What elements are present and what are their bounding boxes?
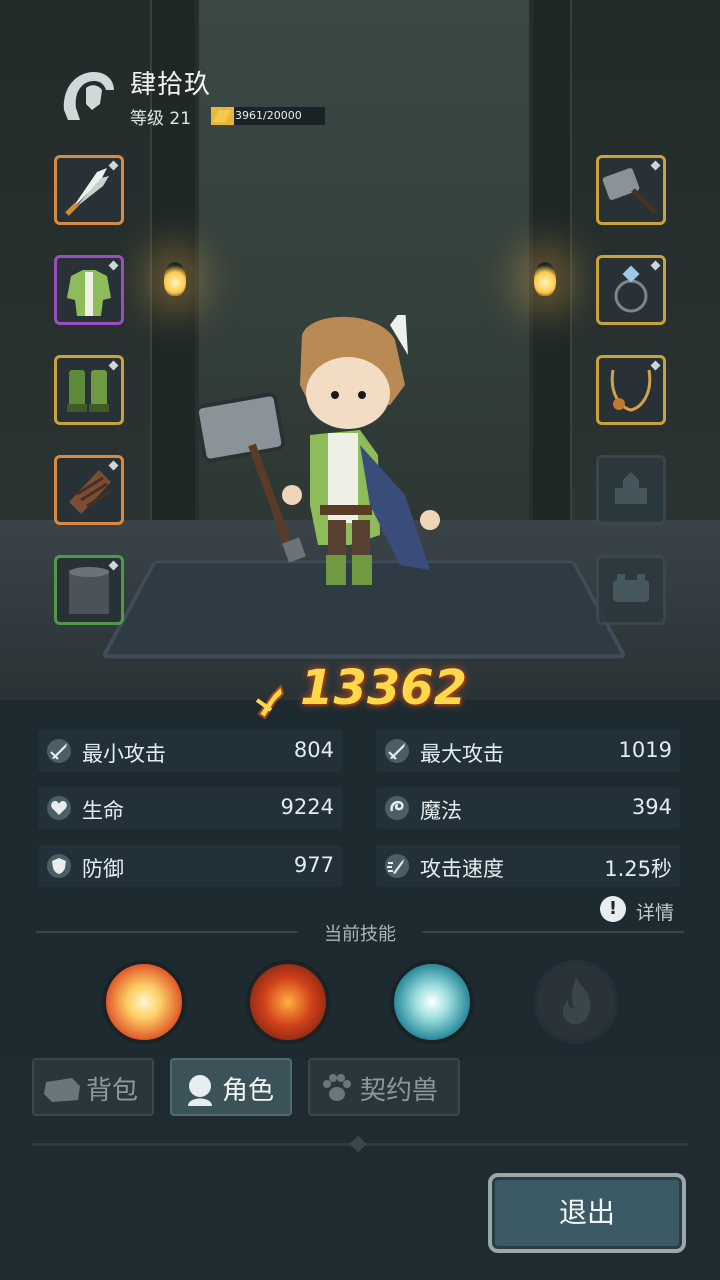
stat-value: 394: [631, 795, 672, 819]
stat-label: 最小攻击: [82, 742, 166, 766]
stat-label: 防御: [82, 857, 124, 881]
equip-slot-pants[interactable]: [54, 555, 124, 625]
skills-title: 当前技能: [324, 924, 396, 945]
stat-label: 魔法: [420, 799, 462, 823]
torch-right-icon: [534, 262, 556, 296]
skill-locked-flame-icon[interactable]: [534, 960, 618, 1044]
sword-attack-icon: [385, 739, 409, 763]
tab-bag-label: 背包: [86, 1076, 139, 1106]
torch-left-icon: [164, 262, 186, 296]
tab-character[interactable]: 角色: [170, 1058, 292, 1116]
sword-attack-icon: [47, 739, 71, 763]
equip-slot-hammer[interactable]: [596, 155, 666, 225]
stat-value: 977: [293, 853, 334, 877]
stat-value: 1.25秒: [604, 857, 672, 881]
tab-character-label: 角色: [222, 1076, 275, 1106]
combat-power-value: 13362: [300, 660, 468, 716]
character-head-icon: [188, 1075, 212, 1106]
skill-fire-vortex-icon[interactable]: [246, 960, 330, 1044]
stat-label: 生命: [82, 799, 124, 823]
equip-slot-boots[interactable]: [54, 355, 124, 425]
xp-text: 3961/20000: [235, 109, 302, 122]
locked-slot-icon: [615, 472, 647, 504]
equip-slot-armor[interactable]: [54, 255, 124, 325]
hero-character: [194, 315, 440, 585]
equip-slot-ring[interactable]: [596, 255, 666, 325]
tab-pet[interactable]: 契约兽: [308, 1058, 460, 1116]
combat-power: 13362: [0, 660, 720, 720]
bag-icon: [44, 1078, 80, 1102]
speed-icon: [385, 854, 409, 878]
stat-magic: 魔法 394: [376, 787, 680, 829]
stat-label: 最大攻击: [420, 742, 504, 766]
heart-icon: [47, 796, 71, 820]
equip-slot-weapon[interactable]: [54, 155, 124, 225]
exclamation-icon: !: [600, 896, 626, 922]
hero-level: 等级 21: [130, 109, 192, 129]
equip-slot-necklace[interactable]: [596, 355, 666, 425]
stat-max-attack: 最大攻击 1019: [376, 730, 680, 772]
shield-icon: [47, 854, 71, 878]
xp-icon: [213, 110, 231, 122]
magic-swirl-icon: [385, 796, 409, 820]
stat-hp: 生命 9224: [38, 787, 342, 829]
stat-min-attack: 最小攻击 804: [38, 730, 342, 772]
power-sword-icon: [255, 683, 285, 719]
skill-frost-burst-icon[interactable]: [390, 960, 474, 1044]
exit-button[interactable]: 退出: [488, 1173, 686, 1253]
stat-defense: 防御 977: [38, 845, 342, 887]
helmet-avatar-icon: [63, 72, 114, 120]
paw-icon: [323, 1074, 351, 1101]
stat-attack-speed: 攻击速度 1.25秒: [376, 845, 680, 887]
stat-label: 攻击速度: [420, 857, 504, 881]
stat-value: 1019: [618, 738, 672, 762]
skill-burst-icon[interactable]: [102, 960, 186, 1044]
xp-bar: 3961/20000: [210, 106, 326, 126]
flame-silhouette-icon: [563, 978, 591, 1025]
stat-value: 9224: [280, 795, 334, 819]
equip-slot-locked-1[interactable]: [596, 455, 666, 525]
locked-slot-icon: [613, 574, 649, 602]
equip-slot-bracer[interactable]: [54, 455, 124, 525]
equip-slot-locked-2[interactable]: [596, 555, 666, 625]
tab-bag[interactable]: 背包: [32, 1058, 154, 1116]
tab-pet-label: 契约兽: [360, 1076, 439, 1106]
hero-name: 肆拾玖: [130, 70, 212, 100]
stat-value: 804: [293, 738, 334, 762]
